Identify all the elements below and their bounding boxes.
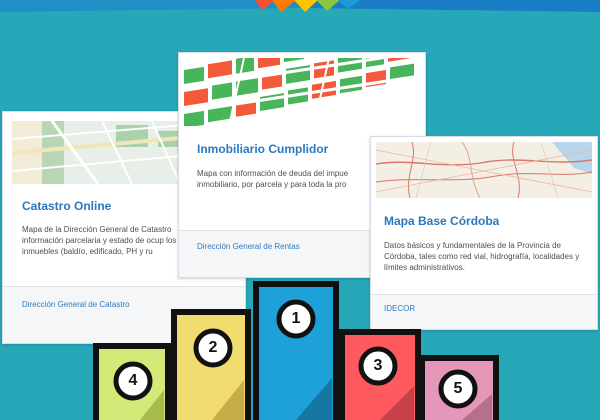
card-title-catastro[interactable]: Catastro Online: [22, 199, 111, 213]
card-mapa-base-cordoba[interactable]: Mapa Base Córdoba Datos básicos y fundam…: [370, 136, 598, 330]
card-description-inmobiliario: Mapa con información de deuda del impue …: [197, 169, 349, 189]
rank-badge-1: [276, 299, 316, 339]
source-link-catastro[interactable]: Dirección General de Catastro: [22, 300, 130, 309]
card-title-inmobiliario[interactable]: Inmobiliario Cumplidor: [197, 142, 328, 156]
rank-4-label: 4: [128, 372, 138, 389]
top-color-strip: [0, 0, 600, 14]
map-thumbnail-cordoba: [376, 142, 592, 198]
podium-block-1: [253, 281, 339, 420]
source-link-idecor[interactable]: IDECOR: [384, 304, 415, 313]
podium-block-4: [93, 343, 171, 420]
card-footer-catastro: Dirección General de Catastro: [3, 286, 245, 343]
rank-5-label: 5: [453, 380, 463, 397]
podium-block-3: [339, 329, 421, 420]
card-description-mapa-base: Datos básicos y fundamentales de la Prov…: [384, 241, 580, 272]
source-link-rentas[interactable]: Dirección General de Rentas: [197, 242, 300, 251]
rank-badge-5: [438, 369, 478, 409]
card-footer-mapa-base: IDECOR: [371, 294, 597, 329]
rank-badge-4: [113, 361, 153, 401]
map-thumbnail-inmobiliario: [184, 58, 420, 126]
rank-badge-3: [358, 346, 398, 386]
card-title-mapa-base[interactable]: Mapa Base Córdoba: [384, 214, 499, 228]
infographic-stage: Catastro Online Mapa de la Dirección Gen…: [0, 0, 600, 420]
rank-3-label: 3: [373, 357, 383, 374]
podium-block-5: [419, 355, 499, 420]
rank-1-label: 1: [291, 310, 301, 327]
card-description-catastro: Mapa de la Dirección General de Catastro…: [22, 225, 177, 256]
